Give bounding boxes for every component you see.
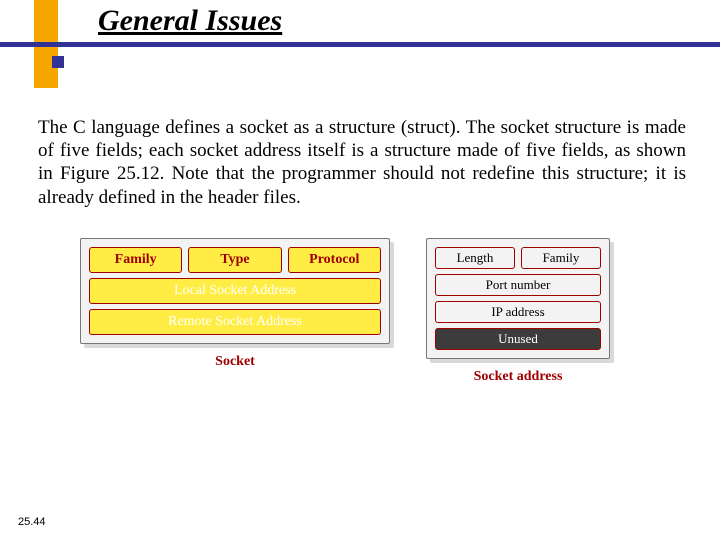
sockaddr-field-port: Port number — [435, 274, 601, 296]
socket-address-caption: Socket address — [474, 369, 563, 385]
sockaddr-row-1: Length Family — [435, 247, 601, 269]
socket-field-local: Local Socket Address — [89, 278, 381, 304]
socket-row-1: Family Type Protocol — [89, 247, 381, 273]
sockaddr-row-2: Port number — [435, 274, 601, 296]
figure-25-12: Family Type Protocol Local Socket Addres… — [80, 238, 650, 385]
socket-row-3: Remote Socket Address — [89, 309, 381, 335]
socket-field-protocol: Protocol — [288, 247, 381, 273]
body-paragraph: The C language defines a socket as a str… — [38, 116, 686, 209]
sockaddr-field-unused: Unused — [435, 328, 601, 350]
slide-title: General Issues — [98, 4, 282, 38]
socket-row-2: Local Socket Address — [89, 278, 381, 304]
sockaddr-field-family: Family — [521, 247, 601, 269]
sockaddr-row-4: Unused — [435, 328, 601, 350]
sockaddr-field-length: Length — [435, 247, 515, 269]
socket-field-type: Type — [188, 247, 281, 273]
socket-panel: Family Type Protocol Local Socket Addres… — [80, 238, 390, 344]
header-accent-horizontal — [0, 42, 720, 47]
page-number: 25.44 — [18, 516, 46, 528]
socket-address-panel: Length Family Port number IP address Unu… — [426, 238, 610, 359]
sockaddr-field-ip: IP address — [435, 301, 601, 323]
socket-field-family: Family — [89, 247, 182, 273]
header-accent-square — [52, 56, 64, 68]
socket-column: Family Type Protocol Local Socket Addres… — [80, 238, 390, 370]
socket-field-remote: Remote Socket Address — [89, 309, 381, 335]
socket-caption: Socket — [215, 354, 255, 370]
socket-address-column: Length Family Port number IP address Unu… — [426, 238, 610, 385]
sockaddr-row-3: IP address — [435, 301, 601, 323]
